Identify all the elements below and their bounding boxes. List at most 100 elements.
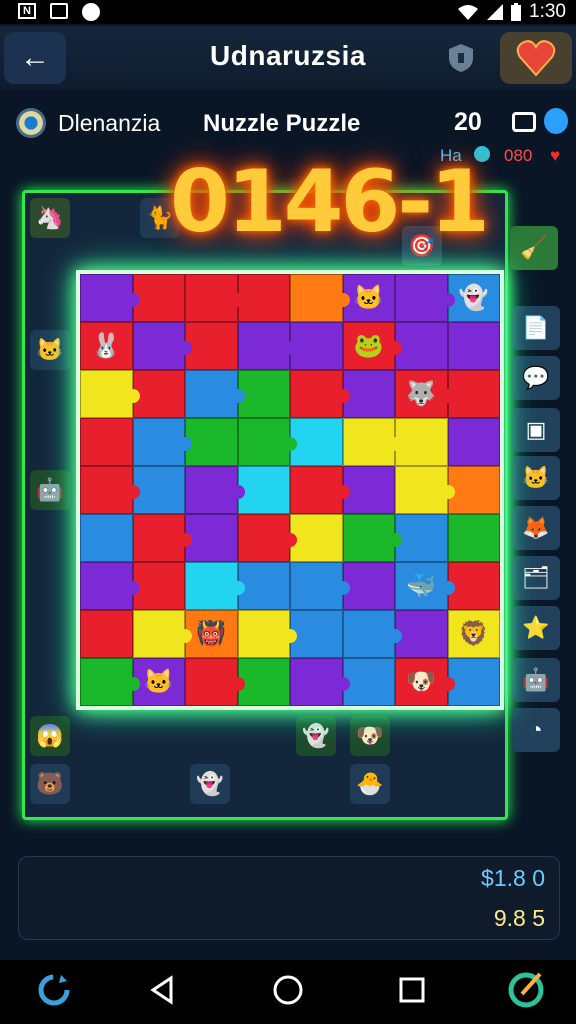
side-tool-button[interactable]: 💬: [512, 356, 560, 400]
puzzle-piece[interactable]: [80, 610, 133, 658]
puzzle-piece[interactable]: [395, 610, 448, 658]
puzzle-piece[interactable]: [132, 274, 185, 322]
puzzle-piece[interactable]: [447, 562, 500, 610]
puzzle-piece[interactable]: 👹: [185, 610, 238, 658]
puzzle-piece[interactable]: [237, 658, 290, 706]
creature-tile[interactable]: 🐣: [350, 764, 390, 804]
puzzle-piece[interactable]: [132, 514, 192, 562]
puzzle-piece[interactable]: [342, 466, 395, 514]
puzzle-piece[interactable]: [237, 322, 297, 370]
puzzle-piece[interactable]: [237, 610, 297, 658]
puzzle-piece[interactable]: 🐰: [80, 322, 133, 370]
refresh-icon[interactable]: [34, 970, 74, 1010]
creature-tile[interactable]: 🐶: [350, 716, 390, 756]
puzzle-piece[interactable]: 🐱: [132, 658, 185, 706]
recents-square-icon[interactable]: [392, 970, 432, 1010]
puzzle-piece[interactable]: [185, 658, 245, 706]
puzzle-piece[interactable]: [185, 514, 238, 562]
side-tool-button[interactable]: 📄: [512, 306, 560, 350]
side-tool-button[interactable]: ▣: [512, 408, 560, 452]
favorite-button[interactable]: [500, 32, 572, 84]
creature-tile[interactable]: 🐻: [30, 764, 70, 804]
puzzle-piece[interactable]: [80, 562, 140, 610]
puzzle-piece[interactable]: [80, 370, 140, 418]
puzzle-piece[interactable]: [237, 418, 297, 466]
puzzle-piece[interactable]: [447, 514, 500, 562]
puzzle-piece[interactable]: [290, 274, 350, 322]
puzzle-piece[interactable]: [342, 514, 402, 562]
puzzle-piece[interactable]: [185, 466, 245, 514]
creature-tile[interactable]: 🐱: [30, 330, 70, 370]
puzzle-piece[interactable]: [395, 418, 448, 466]
back-triangle-icon[interactable]: [142, 970, 182, 1010]
puzzle-piece[interactable]: [342, 562, 395, 610]
puzzle-piece[interactable]: 🐶: [395, 658, 455, 706]
puzzle-piece[interactable]: [237, 370, 290, 418]
compass-icon[interactable]: [506, 970, 546, 1010]
puzzle-piece[interactable]: [447, 466, 500, 514]
box-icon[interactable]: [512, 112, 536, 132]
puzzle-piece[interactable]: [80, 514, 133, 562]
puzzle-piece[interactable]: [132, 370, 185, 418]
puzzle-piece[interactable]: 🐳: [395, 562, 455, 610]
puzzle-piece[interactable]: [342, 418, 402, 466]
side-tool-button[interactable]: ⭐: [512, 606, 560, 650]
puzzle-piece[interactable]: [290, 466, 350, 514]
side-tool-button[interactable]: ◔: [512, 708, 560, 752]
puzzle-piece[interactable]: [80, 658, 140, 706]
puzzle-piece[interactable]: [342, 370, 395, 418]
creature-tile[interactable]: 🦄: [30, 198, 70, 238]
puzzle-piece[interactable]: [447, 418, 500, 466]
puzzle-piece[interactable]: 🐺: [395, 370, 455, 418]
puzzle-piece[interactable]: [237, 514, 297, 562]
puzzle-piece[interactable]: [342, 610, 402, 658]
hint-tool-button[interactable]: 🧹: [510, 226, 558, 270]
puzzle-piece[interactable]: [395, 322, 448, 370]
puzzle-piece[interactable]: [132, 322, 192, 370]
puzzle-board[interactable]: 🐱 👻 🐰 🐸 🐺 🐳 👹 🦁 🐱 🐶: [76, 270, 504, 710]
shield-icon[interactable]: [446, 42, 476, 74]
puzzle-piece[interactable]: [395, 274, 455, 322]
puzzle-piece[interactable]: [290, 514, 343, 562]
home-circle-icon[interactable]: [268, 970, 308, 1010]
puzzle-piece[interactable]: 🐱: [342, 274, 395, 322]
side-tool-button[interactable]: 🦊: [512, 506, 560, 550]
puzzle-piece[interactable]: 👻: [447, 274, 500, 322]
puzzle-piece[interactable]: [237, 562, 290, 610]
puzzle-piece[interactable]: [132, 466, 185, 514]
puzzle-piece[interactable]: [80, 274, 140, 322]
puzzle-piece[interactable]: [342, 658, 395, 706]
puzzle-piece[interactable]: 🦁: [447, 610, 500, 658]
puzzle-grid[interactable]: 🐱 👻 🐰 🐸 🐺 🐳 👹 🦁 🐱 🐶: [80, 274, 500, 706]
puzzle-piece[interactable]: [237, 274, 290, 322]
creature-tile[interactable]: 🤖: [30, 470, 70, 510]
puzzle-piece[interactable]: [290, 418, 343, 466]
puzzle-piece[interactable]: [185, 562, 245, 610]
puzzle-piece[interactable]: [185, 322, 238, 370]
puzzle-piece[interactable]: [395, 466, 455, 514]
puzzle-piece[interactable]: [237, 466, 290, 514]
puzzle-piece[interactable]: [80, 418, 133, 466]
puzzle-piece[interactable]: [185, 370, 245, 418]
puzzle-piece[interactable]: [80, 466, 140, 514]
puzzle-piece[interactable]: [447, 370, 500, 418]
puzzle-piece[interactable]: [185, 274, 245, 322]
puzzle-piece[interactable]: [395, 514, 448, 562]
side-tool-button[interactable]: 🐱: [512, 456, 560, 500]
puzzle-piece[interactable]: [447, 658, 500, 706]
puzzle-piece[interactable]: [132, 610, 192, 658]
puzzle-piece[interactable]: 🐸: [342, 322, 402, 370]
side-tool-button[interactable]: 🤖: [512, 658, 560, 702]
player-avatar-icon[interactable]: [16, 108, 46, 138]
puzzle-piece[interactable]: [132, 562, 185, 610]
puzzle-piece[interactable]: [290, 322, 343, 370]
puzzle-piece[interactable]: [290, 562, 350, 610]
creature-tile[interactable]: 👻: [296, 716, 336, 756]
puzzle-piece[interactable]: [132, 418, 192, 466]
puzzle-piece[interactable]: [290, 610, 343, 658]
puzzle-piece[interactable]: [447, 322, 500, 370]
creature-tile[interactable]: 👻: [190, 764, 230, 804]
side-tool-button[interactable]: 🗂: [512, 556, 560, 600]
puzzle-piece[interactable]: [290, 370, 350, 418]
puzzle-piece[interactable]: [290, 658, 350, 706]
